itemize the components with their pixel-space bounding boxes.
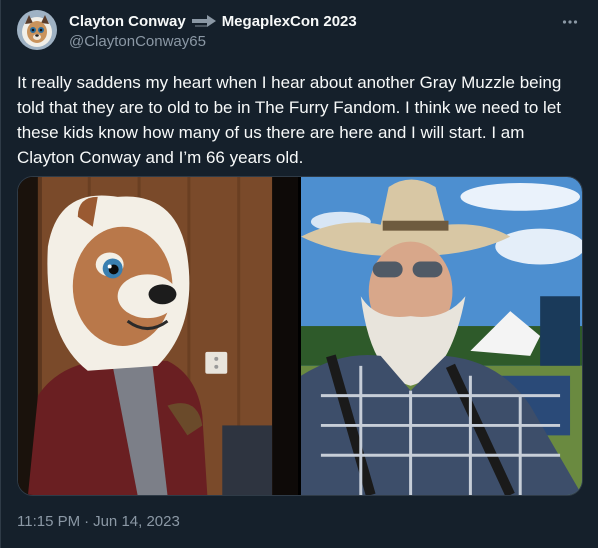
timestamp-separator: · (84, 513, 90, 530)
more-icon (562, 20, 578, 24)
timestamp[interactable]: 11:15 PM · Jun 14, 2023 (17, 513, 180, 530)
arrow-right-icon (191, 15, 216, 27)
more-button[interactable] (556, 8, 584, 36)
fursuit-avatar-icon (17, 10, 57, 50)
tweet-card[interactable]: Clayton Conway MegaplexCon 2023 @Clayton… (0, 0, 598, 548)
man-cowboy-hat-photo-icon (300, 177, 582, 495)
photo-fursuit[interactable] (18, 177, 298, 495)
photo-portrait[interactable] (300, 177, 582, 495)
tweet-text: It really saddens my heart when I hear a… (17, 73, 562, 167)
author-name-row[interactable]: Clayton Conway MegaplexCon 2023 (69, 11, 357, 31)
display-name[interactable]: Clayton Conway (69, 13, 186, 30)
timestamp-time[interactable]: 11:15 PM (17, 513, 80, 530)
fursuit-lion-photo-icon (18, 177, 298, 495)
media-grid[interactable] (17, 176, 583, 496)
event-name: MegaplexCon 2023 (221, 12, 357, 30)
avatar[interactable] (17, 10, 57, 50)
timestamp-date[interactable]: Jun 14, 2023 (93, 513, 180, 530)
handle[interactable]: @ClaytonConway65 (69, 33, 206, 50)
